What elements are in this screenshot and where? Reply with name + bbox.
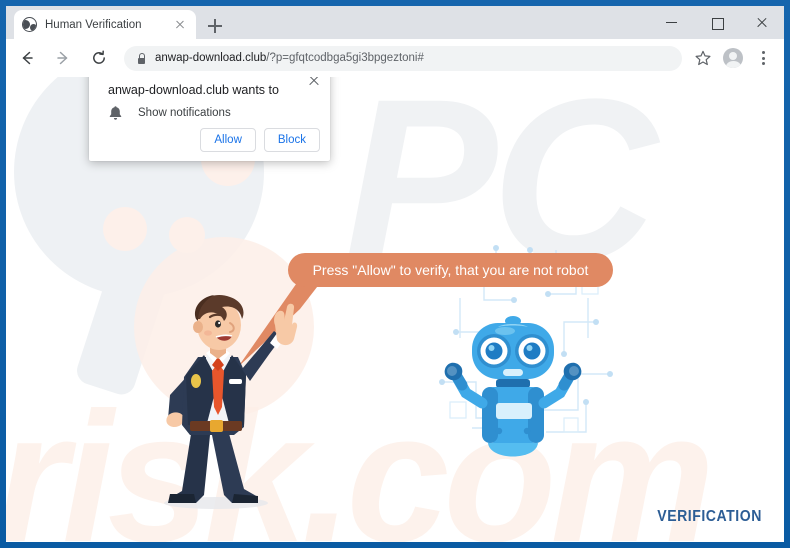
pink-dot-3	[169, 217, 205, 253]
url-path: /?p=gfqtcodbga5gi3bpgeztoni#	[266, 52, 424, 64]
block-button[interactable]: Block	[263, 128, 320, 152]
close-window-button[interactable]	[739, 6, 784, 39]
tab-close-icon[interactable]	[172, 17, 188, 33]
address-bar[interactable]: anwap-download.club/?p=gfqtcodbga5gi3bpg…	[124, 45, 682, 71]
page-viewport: PC risk.com Press "Allow" to verify, tha…	[6, 77, 784, 542]
tab-human-verification[interactable]: Human Verification	[14, 10, 196, 39]
maximize-button[interactable]	[694, 6, 739, 39]
three-dot-menu-icon[interactable]	[750, 45, 776, 71]
back-button[interactable]	[12, 43, 42, 73]
dialog-title: anwap-download.club wants to	[108, 83, 279, 97]
permission-row: Show notifications	[108, 105, 231, 121]
tab-strip: Human Verification	[6, 6, 784, 39]
permission-label: Show notifications	[138, 107, 231, 119]
reload-button[interactable]	[84, 43, 114, 73]
businessman-illustration	[164, 295, 298, 509]
dialog-buttons: Allow Block	[200, 128, 320, 152]
lock-icon	[136, 52, 146, 64]
url-text: anwap-download.club/?p=gfqtcodbga5gi3bpg…	[155, 52, 424, 64]
notification-permission-dialog: anwap-download.club wants to Show notifi…	[89, 77, 330, 161]
browser-toolbar: anwap-download.club/?p=gfqtcodbga5gi3bpg…	[6, 39, 784, 77]
forward-button[interactable]	[48, 43, 78, 73]
bell-icon	[108, 105, 123, 121]
outer-blue-frame: Human Verification anwap-download.club/?…	[0, 0, 790, 548]
minimize-button[interactable]	[649, 6, 694, 39]
url-domain: anwap-download.club	[155, 52, 267, 64]
browser-window: Human Verification anwap-download.club/?…	[6, 6, 784, 542]
speech-bubble-text: Press "Allow" to verify, that you are no…	[312, 262, 589, 278]
allow-button[interactable]: Allow	[200, 128, 256, 152]
tab-title: Human Verification	[45, 18, 142, 31]
robot-illustration	[444, 316, 582, 457]
window-controls	[649, 6, 784, 39]
dialog-close-icon[interactable]	[305, 77, 322, 89]
profile-avatar-icon	[723, 48, 743, 68]
speech-bubble: Press "Allow" to verify, that you are no…	[288, 253, 613, 287]
globe-icon	[22, 17, 37, 32]
pink-dot-2	[103, 207, 147, 251]
star-icon[interactable]	[690, 45, 716, 71]
verification-label: VERIFICATION	[657, 508, 762, 525]
profile-avatar[interactable]	[720, 45, 746, 71]
new-tab-button[interactable]	[204, 15, 226, 37]
